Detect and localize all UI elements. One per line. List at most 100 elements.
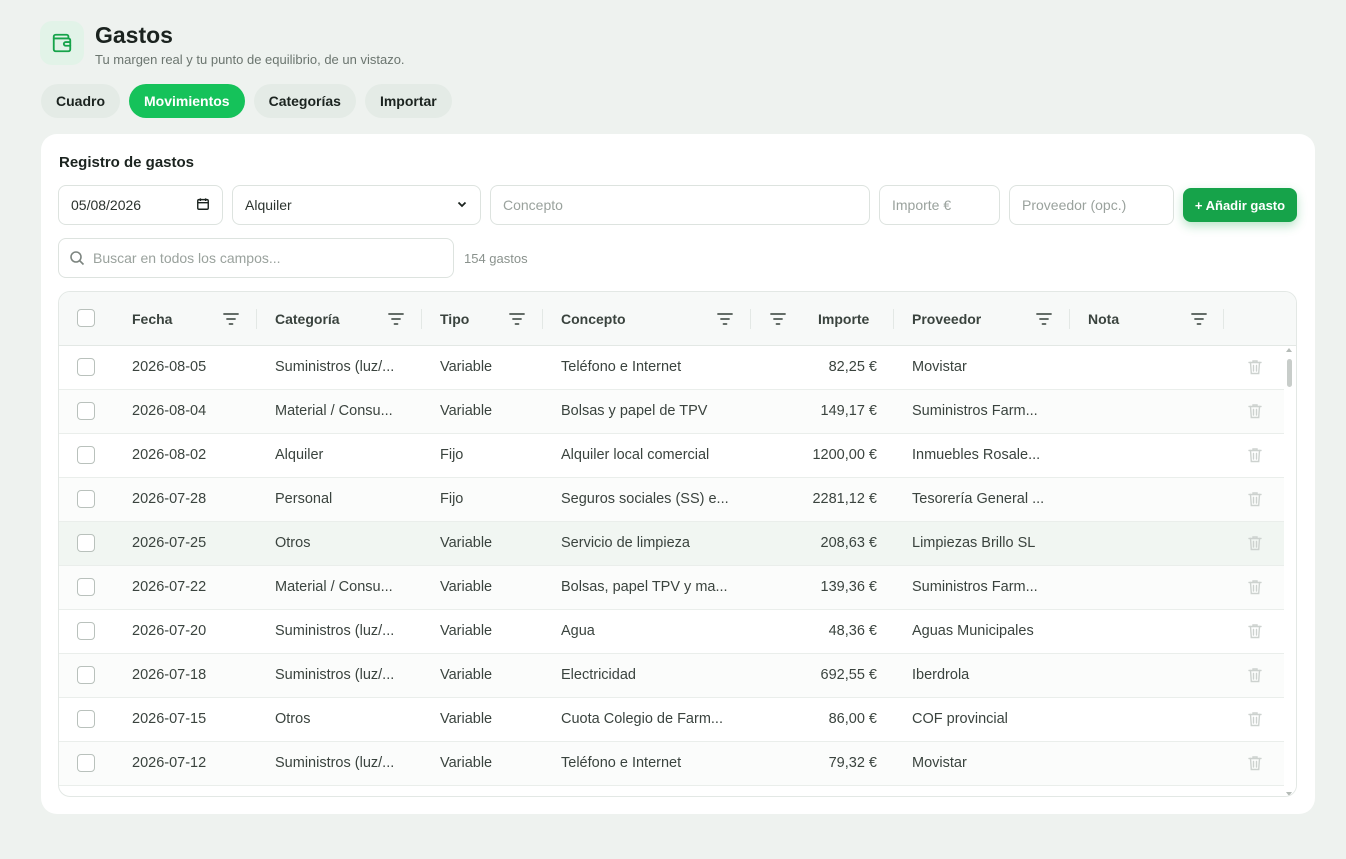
cell-fecha: 2026-07-12 [132,755,207,771]
table-row[interactable]: 2026-07-20 Suministros (luz/... Variable Ag… [59,610,1286,654]
table-row[interactable]: 2026-07-12 Suministros (luz/... Variable Te… [59,742,1286,786]
row-checkbox[interactable] [77,578,95,596]
row-checkbox[interactable] [77,534,95,552]
cell-proveedor: Aguas Municipales [912,623,1034,639]
cell-categoria: Material / Consu... [275,403,393,419]
filter-icon[interactable] [387,311,405,327]
filter-icon[interactable] [508,311,526,327]
filter-icon[interactable] [222,311,240,327]
filter-icon[interactable] [769,311,787,327]
trash-icon[interactable] [1248,579,1264,597]
table-row[interactable]: 2026-07-28 Personal Fijo Seguros sociales (… [59,478,1286,522]
column-proveedor[interactable]: Proveedor [912,311,981,327]
cell-proveedor: Inmuebles Rosale... [912,447,1041,463]
select-all-checkbox[interactable] [77,309,95,327]
cell-categoria: Suministros (luz/... [275,623,395,639]
filter-icon[interactable] [1190,311,1208,327]
filter-icon[interactable] [1035,311,1053,327]
table-row[interactable]: 2026-07-15 Otros Variable Cuota Colegio de … [59,698,1286,742]
column-categoria[interactable]: Categoría [275,311,340,327]
cell-categoria: Otros [275,711,311,727]
calendar-icon[interactable] [196,197,210,214]
trash-icon[interactable] [1248,623,1264,641]
expenses-table: Fecha Categoría Tipo Concepto Importe Pr… [58,291,1297,797]
table-row[interactable]: 2026-07-18 Suministros (luz/... Variable El… [59,654,1286,698]
row-checkbox[interactable] [77,622,95,640]
add-expense-button[interactable]: + Añadir gasto [1183,188,1297,222]
cell-categoria: Alquiler [275,447,324,463]
date-field[interactable]: 05/08/2026 [58,185,223,225]
category-select-value: Alquiler [245,197,292,213]
cell-importe: 86,00 € [828,711,877,727]
page-subtitle: Tu margen real y tu punto de equilibrio,… [95,52,405,67]
cell-concepto: Cuota Colegio de Farm... [561,711,723,727]
row-checkbox[interactable] [77,710,95,728]
trash-icon[interactable] [1248,711,1264,729]
cell-proveedor: COF provincial [912,711,1008,727]
section-title: Registro de gastos [59,154,195,171]
table-row[interactable]: 2026-07-25 Otros Variable Servicio de limpi… [59,522,1286,566]
cell-fecha: 2026-07-25 [132,535,207,551]
trash-icon[interactable] [1248,447,1264,465]
supplier-placeholder: Proveedor (opc.) [1022,197,1127,213]
table-row[interactable]: 2026-08-02 Alquiler Fijo Alquiler local com… [59,434,1286,478]
cell-fecha: 2026-08-05 [132,359,207,375]
cell-tipo: Variable [440,623,493,639]
concept-input[interactable]: Concepto [490,185,870,225]
search-input[interactable]: Buscar en todos los campos... [58,238,454,278]
filter-icon[interactable] [716,311,734,327]
trash-icon[interactable] [1248,755,1264,773]
trash-icon[interactable] [1248,359,1264,377]
cell-categoria: Suministros (luz/... [275,667,395,683]
scroll-up-icon[interactable] [1286,348,1292,352]
expense-count: 154 gastos [464,251,528,266]
scrollbar-thumb[interactable] [1287,359,1292,387]
trash-icon[interactable] [1248,403,1264,421]
tab-importar[interactable]: Importar [364,84,452,118]
cell-categoria: Suministros (luz/... [275,359,395,375]
cell-fecha: 2026-07-18 [132,667,207,683]
amount-input[interactable]: Importe € [879,185,1000,225]
cell-importe: 79,32 € [828,755,877,771]
table-row[interactable]: 2026-08-05 Suministros (luz/... Variable Te… [59,346,1286,390]
cell-importe: 82,25 € [828,359,877,375]
tab-bar: Cuadro Movimientos Categorías Importar [41,84,452,118]
trash-icon[interactable] [1248,535,1264,553]
row-checkbox[interactable] [77,754,95,772]
table-row[interactable]: 2026-08-04 Material / Consu... Variable Bol… [59,390,1286,434]
scroll-down-icon[interactable] [1286,792,1292,796]
row-checkbox[interactable] [77,490,95,508]
row-checkbox[interactable] [77,666,95,684]
trash-icon[interactable] [1248,667,1264,685]
cell-tipo: Variable [440,755,493,771]
column-fecha[interactable]: Fecha [132,311,172,327]
cell-proveedor: Iberdrola [912,667,970,683]
cell-concepto: Servicio de limpieza [561,535,690,551]
cell-concepto: Agua [561,623,595,639]
trash-icon[interactable] [1248,491,1264,509]
cell-proveedor: Limpiezas Brillo SL [912,535,1036,551]
column-concepto[interactable]: Concepto [561,311,626,327]
tab-categorias[interactable]: Categorías [253,84,356,118]
row-checkbox[interactable] [77,358,95,376]
wallet-icon [40,21,84,65]
category-select[interactable]: Alquiler [232,185,481,225]
column-tipo[interactable]: Tipo [440,311,469,327]
table-row[interactable]: 2026-07-22 Material / Consu... Variable Bol… [59,566,1286,610]
cell-importe: 208,63 € [820,535,877,551]
column-importe[interactable]: Importe [818,311,869,327]
column-nota[interactable]: Nota [1088,311,1119,327]
cell-importe: 2281,12 € [812,491,877,507]
cell-fecha: 2026-07-15 [132,711,207,727]
cell-concepto: Bolsas y papel de TPV [561,403,708,419]
tab-cuadro[interactable]: Cuadro [41,84,120,118]
row-checkbox[interactable] [77,402,95,420]
supplier-input[interactable]: Proveedor (opc.) [1009,185,1174,225]
cell-fecha: 2026-07-20 [132,623,207,639]
cell-fecha: 2026-07-22 [132,579,207,595]
scrollbar[interactable] [1284,346,1296,796]
tab-movimientos[interactable]: Movimientos [129,84,245,118]
search-icon [69,250,85,266]
row-checkbox[interactable] [77,446,95,464]
cell-proveedor: Movistar [912,755,967,771]
